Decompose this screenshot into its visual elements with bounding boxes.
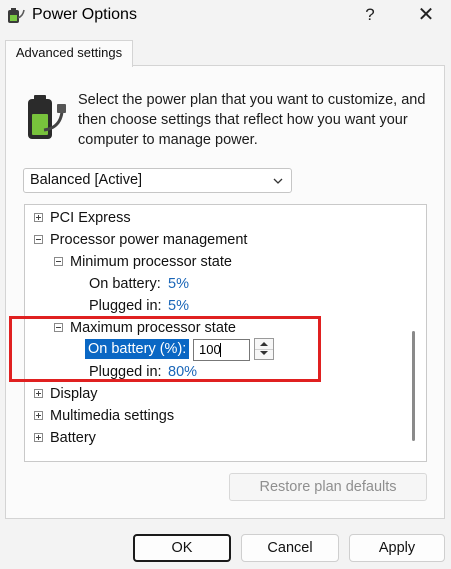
stepper-down-icon[interactable]	[255, 349, 273, 359]
title-bar: Power Options ? ✕	[0, 0, 451, 32]
ok-button[interactable]: OK	[133, 534, 231, 562]
scrollbar-thumb[interactable]	[412, 331, 415, 441]
max-on-battery-input[interactable]: 100	[193, 339, 250, 361]
description-text: Select the power plan that you want to c…	[78, 92, 426, 148]
min-plugged-in-label: Plugged in:	[89, 298, 162, 314]
help-button[interactable]: ?	[356, 2, 384, 28]
tab-advanced-settings[interactable]: Advanced settings	[5, 40, 133, 67]
power-options-icon	[8, 8, 25, 23]
min-plugged-in-value[interactable]: 5%	[168, 297, 189, 315]
restore-plan-defaults-button[interactable]: Restore plan defaults	[229, 473, 427, 501]
min-on-battery-value[interactable]: 5%	[168, 275, 189, 293]
collapse-minus-icon[interactable]	[54, 257, 63, 266]
tree-item-processor-power-management[interactable]: Processor power management	[50, 231, 247, 249]
close-button[interactable]: ✕	[408, 2, 444, 28]
tree-item-maximum-processor-state[interactable]: Maximum processor state	[70, 319, 236, 337]
power-plan-value: Balanced [Active]	[30, 172, 143, 188]
max-on-battery-label[interactable]: On battery (%):	[85, 339, 190, 359]
battery-plug-icon	[28, 95, 66, 139]
expand-plus-icon[interactable]	[34, 433, 43, 442]
expand-plus-icon[interactable]	[34, 213, 43, 222]
expand-plus-icon[interactable]	[34, 389, 43, 398]
min-on-battery-label: On battery:	[89, 276, 161, 292]
tree-item-multimedia-settings[interactable]: Multimedia settings	[50, 407, 174, 425]
max-plugged-in-label: Plugged in:	[89, 364, 162, 380]
settings-tree[interactable]: PCI Express Processor power management M…	[24, 204, 427, 462]
max-plugged-in-value[interactable]: 80%	[168, 363, 197, 381]
chevron-down-icon	[273, 178, 283, 184]
max-on-battery-stepper[interactable]	[254, 338, 274, 360]
expand-plus-icon[interactable]	[34, 411, 43, 420]
tree-item-pci-express[interactable]: PCI Express	[50, 209, 131, 227]
tree-item-display[interactable]: Display	[50, 385, 98, 403]
tree-scrollbar[interactable]	[405, 207, 425, 459]
power-plan-select[interactable]: Balanced [Active]	[23, 168, 292, 193]
collapse-minus-icon[interactable]	[54, 323, 63, 332]
cancel-button[interactable]: Cancel	[241, 534, 339, 562]
window-title: Power Options	[32, 6, 137, 23]
apply-button[interactable]: Apply	[349, 534, 445, 562]
tree-item-minimum-processor-state[interactable]: Minimum processor state	[70, 253, 232, 271]
collapse-minus-icon[interactable]	[34, 235, 43, 244]
tree-item-battery[interactable]: Battery	[50, 429, 96, 447]
